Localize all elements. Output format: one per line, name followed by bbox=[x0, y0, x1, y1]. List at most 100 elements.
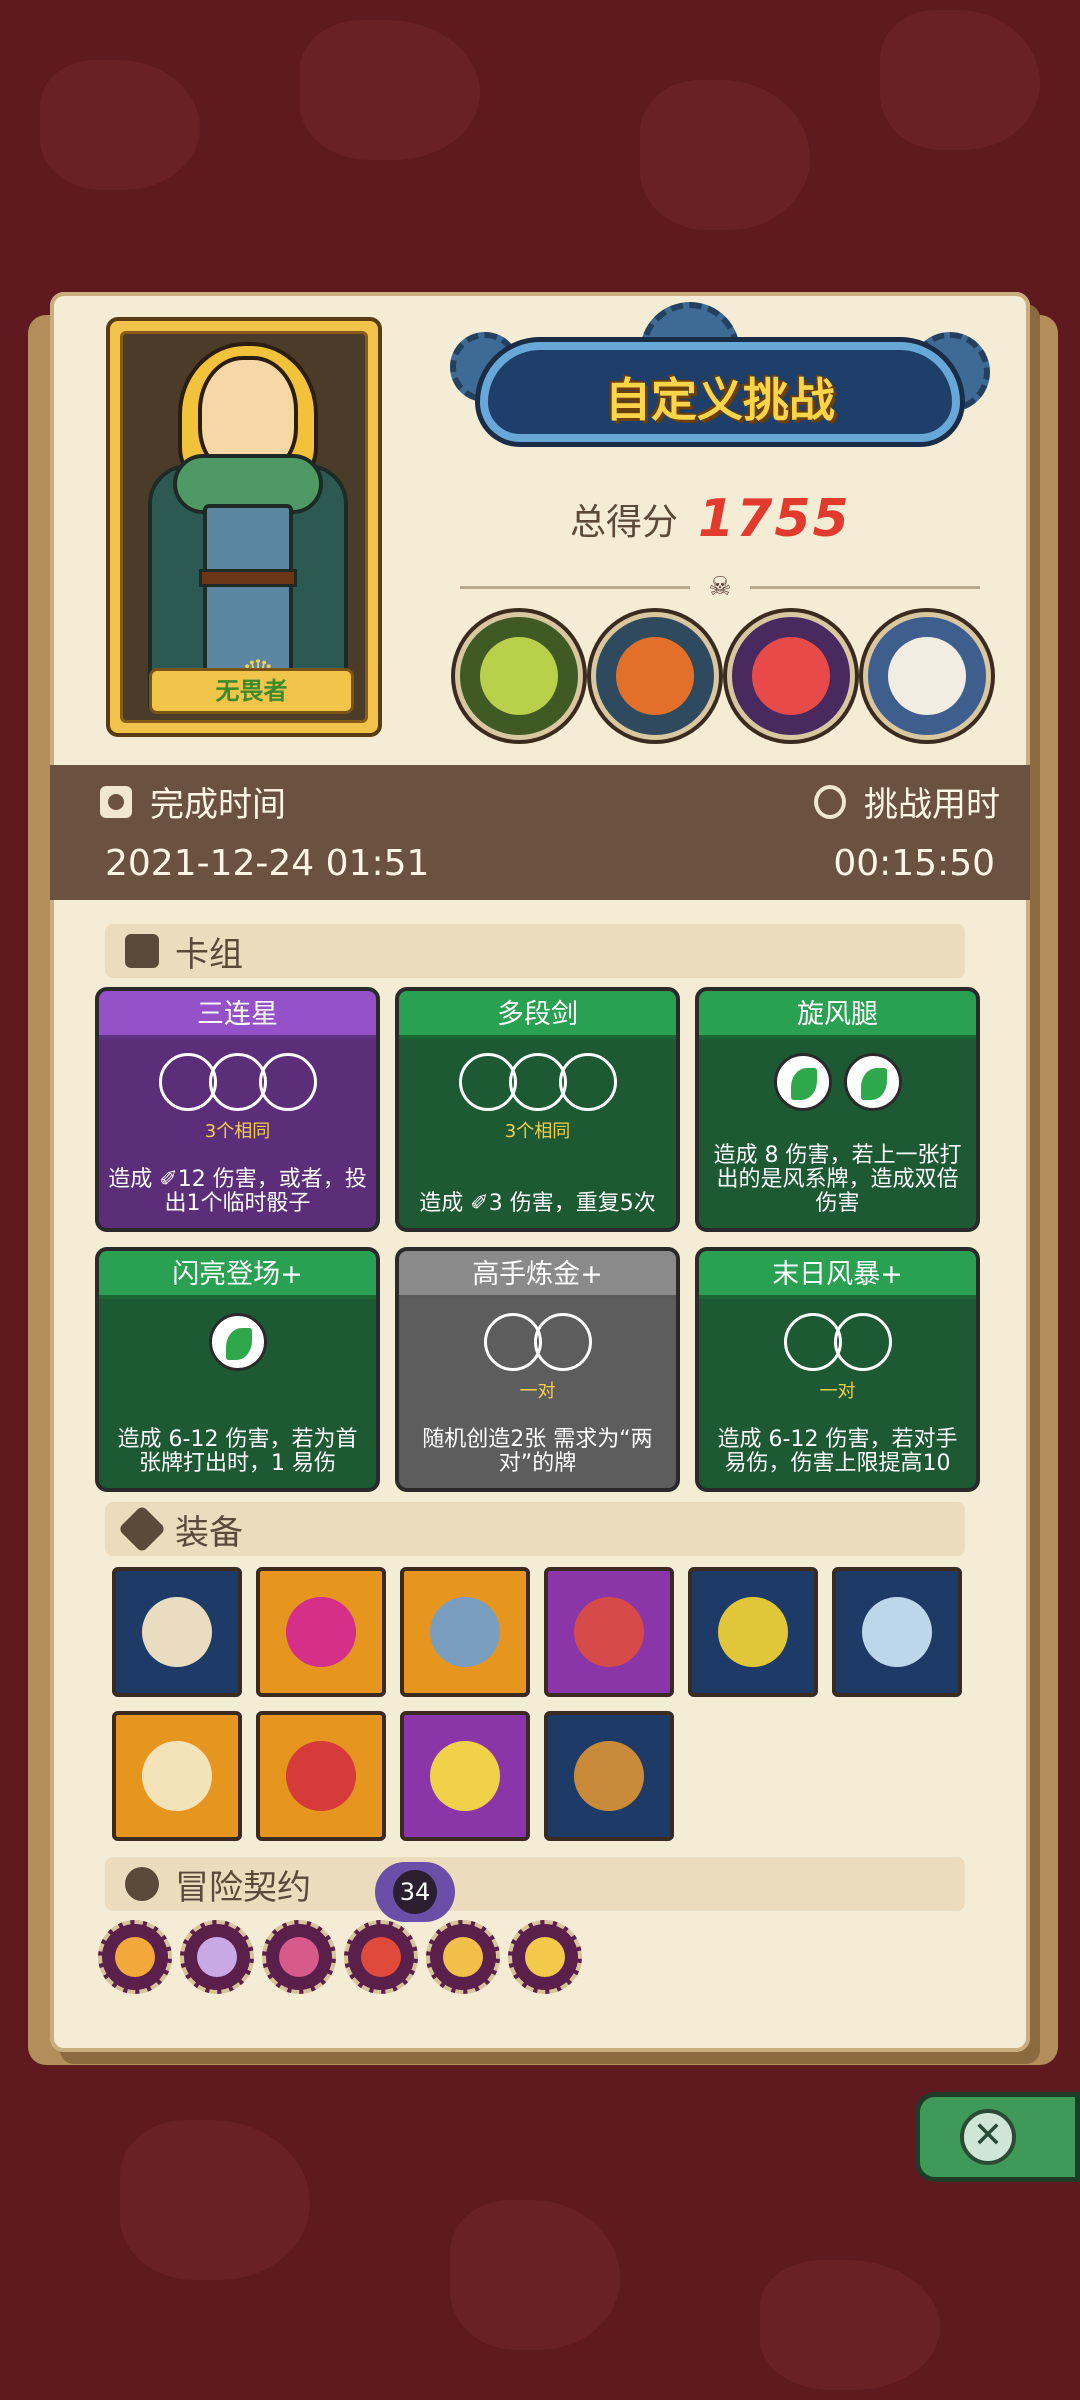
contract-item[interactable] bbox=[98, 1920, 172, 1994]
dice-slots bbox=[699, 1313, 976, 1373]
contract-item[interactable] bbox=[508, 1920, 582, 1994]
deck-card[interactable]: 多段剑 3个相同造成 ✐3 伤害，重复5次 bbox=[395, 987, 680, 1232]
card-requirement: 一对 bbox=[519, 1381, 556, 1402]
deck-card[interactable]: 三连星 3个相同造成 ✐12 伤害，或者，投出1个临时骰子 bbox=[95, 987, 380, 1232]
boss-list bbox=[455, 612, 991, 740]
cards-icon bbox=[125, 934, 159, 968]
dice-slots bbox=[399, 1313, 676, 1373]
wind-slot-icon bbox=[773, 1053, 832, 1111]
card-requirement: 一对 bbox=[819, 1381, 856, 1402]
completion-date-value: 2021-12-24 01:51 bbox=[105, 843, 430, 884]
boss-skeleton-king-icon bbox=[863, 612, 991, 740]
card-title: 闪亮登场+ bbox=[99, 1251, 376, 1299]
equipment-heading: 装备 bbox=[175, 1512, 243, 1553]
contract-item[interactable] bbox=[262, 1920, 336, 1994]
duration-value: 00:15:50 bbox=[833, 843, 995, 884]
person-icon bbox=[125, 1867, 159, 1901]
demon-mask-icon bbox=[286, 1741, 356, 1811]
deck-grid: 三连星 3个相同造成 ✐12 伤害，或者，投出1个临时骰子 多段剑 3个相同造成 ✐3… bbox=[95, 987, 985, 1492]
card-description: 随机创造2张 需求为“两对”的牌 bbox=[422, 1427, 653, 1476]
equipment-item[interactable] bbox=[544, 1711, 674, 1841]
completion-date-label-group: 完成时间 bbox=[100, 777, 286, 826]
contract-item[interactable] bbox=[180, 1920, 254, 1994]
equipment-item[interactable] bbox=[112, 1711, 242, 1841]
dice-slots bbox=[399, 1053, 676, 1113]
equipment-grid bbox=[112, 1567, 992, 1841]
dice-slots bbox=[699, 1053, 976, 1113]
boss-croc-icon bbox=[455, 612, 583, 740]
dice-slot bbox=[483, 1313, 542, 1371]
contract-count-badge: 34 bbox=[375, 1862, 455, 1922]
equipment-item[interactable] bbox=[544, 1567, 674, 1697]
spiral-contract-icon bbox=[361, 1937, 401, 1977]
scroll-icon bbox=[142, 1597, 212, 1667]
dice-slot bbox=[258, 1053, 317, 1111]
moon-star-icon bbox=[430, 1741, 500, 1811]
dice-slot bbox=[208, 1053, 267, 1111]
card-requirement bbox=[699, 1117, 976, 1139]
equipment-item[interactable] bbox=[688, 1567, 818, 1697]
hero-name: 无畏者 bbox=[149, 668, 354, 714]
equipment-item[interactable] bbox=[400, 1711, 530, 1841]
duration-label: 挑战用时 bbox=[864, 785, 1000, 825]
contract-item[interactable] bbox=[344, 1920, 418, 1994]
divider: ☠ bbox=[440, 572, 1000, 602]
title-banner: 自定义挑战 bbox=[450, 302, 990, 462]
yin-yang-orb-icon bbox=[286, 1597, 356, 1667]
score-value: 1755 bbox=[698, 489, 851, 549]
round-shield-icon bbox=[142, 1741, 212, 1811]
duration-label-group: 挑战用时 bbox=[814, 777, 1000, 826]
equipment-item[interactable] bbox=[256, 1567, 386, 1697]
card-description: 造成 8 伤害，若上一张打出的是风系牌，造成双倍伤害 bbox=[713, 1143, 962, 1216]
card-description: 造成 6-12 伤害，若为首张牌打出时，1 易伤 bbox=[117, 1427, 358, 1476]
equipment-item[interactable] bbox=[832, 1567, 962, 1697]
equipment-item[interactable] bbox=[112, 1567, 242, 1697]
card-requirement: 3个相同 bbox=[504, 1121, 571, 1142]
contract-item[interactable] bbox=[426, 1920, 500, 1994]
card-title: 末日风暴+ bbox=[699, 1251, 976, 1299]
completion-strip: 完成时间 2021-12-24 01:51 挑战用时 00:15:50 bbox=[50, 765, 1030, 900]
stopwatch-icon bbox=[814, 784, 846, 819]
calendar-icon bbox=[100, 785, 132, 818]
card-description: 造成 ✐3 伤害，重复5次 bbox=[419, 1191, 656, 1216]
deck-card[interactable]: 旋风腿 造成 8 伤害，若上一张打出的是风系牌，造成双倍伤害 bbox=[695, 987, 980, 1232]
wing-contract-icon bbox=[525, 1937, 565, 1977]
cheese-bush-icon bbox=[718, 1597, 788, 1667]
dice-slot bbox=[558, 1053, 617, 1111]
card-title: 三连星 bbox=[99, 991, 376, 1039]
score-label: 总得分 bbox=[570, 502, 679, 543]
contract-list bbox=[98, 1920, 582, 1994]
dice-slot bbox=[533, 1313, 592, 1371]
close-icon: ✕ bbox=[960, 2109, 1016, 2165]
card-description: 造成 ✐12 伤害，或者，投出1个临时骰子 bbox=[108, 1167, 367, 1216]
star-emblem-icon bbox=[862, 1597, 932, 1667]
deck-card[interactable]: 高手炼金+ 一对随机创造2张 需求为“两对”的牌 bbox=[395, 1247, 680, 1492]
score-row: 总得分 1755 bbox=[570, 487, 851, 551]
deck-card[interactable]: 闪亮登场+ 造成 6-12 伤害，若为首张牌打出时，1 易伤 bbox=[95, 1247, 380, 1492]
result-panel: ♛ 无畏者 自定义挑战 总得分 1755 ☠ 完成时间 2021-12-24 0… bbox=[50, 292, 1030, 2052]
hero-card: ♛ 无畏者 bbox=[106, 317, 382, 737]
equipment-item[interactable] bbox=[400, 1567, 530, 1697]
deck-heading: 卡组 bbox=[175, 934, 243, 975]
seed-pod-icon bbox=[574, 1741, 644, 1811]
wind-slot-icon bbox=[208, 1313, 267, 1371]
equipment-header: 装备 bbox=[105, 1502, 965, 1556]
card-requirement: 3个相同 bbox=[204, 1121, 271, 1142]
close-button[interactable]: ✕ bbox=[915, 2092, 1080, 2182]
contract-heading: 冒险契约 bbox=[175, 1867, 311, 1908]
equipment-item[interactable] bbox=[256, 1711, 386, 1841]
card-description: 造成 6-12 伤害，若对手易伤，伤害上限提高10 bbox=[717, 1427, 958, 1476]
card-title: 多段剑 bbox=[399, 991, 676, 1039]
contract-count: 34 bbox=[393, 1870, 437, 1914]
dice-slots bbox=[99, 1313, 376, 1373]
contract-header: 冒险契约 bbox=[105, 1857, 965, 1911]
deck-header: 卡组 bbox=[105, 924, 965, 978]
deck-card[interactable]: 末日风暴+ 一对造成 6-12 伤害，若对手易伤，伤害上限提高10 bbox=[695, 1247, 980, 1492]
wind-slot-icon bbox=[843, 1053, 902, 1111]
horn-icon bbox=[430, 1597, 500, 1667]
fire-contract-icon bbox=[115, 1937, 155, 1977]
boss-masked-icon bbox=[727, 612, 855, 740]
red-idol-icon bbox=[574, 1597, 644, 1667]
card-title: 高手炼金+ bbox=[399, 1251, 676, 1299]
dice-slot bbox=[458, 1053, 517, 1111]
